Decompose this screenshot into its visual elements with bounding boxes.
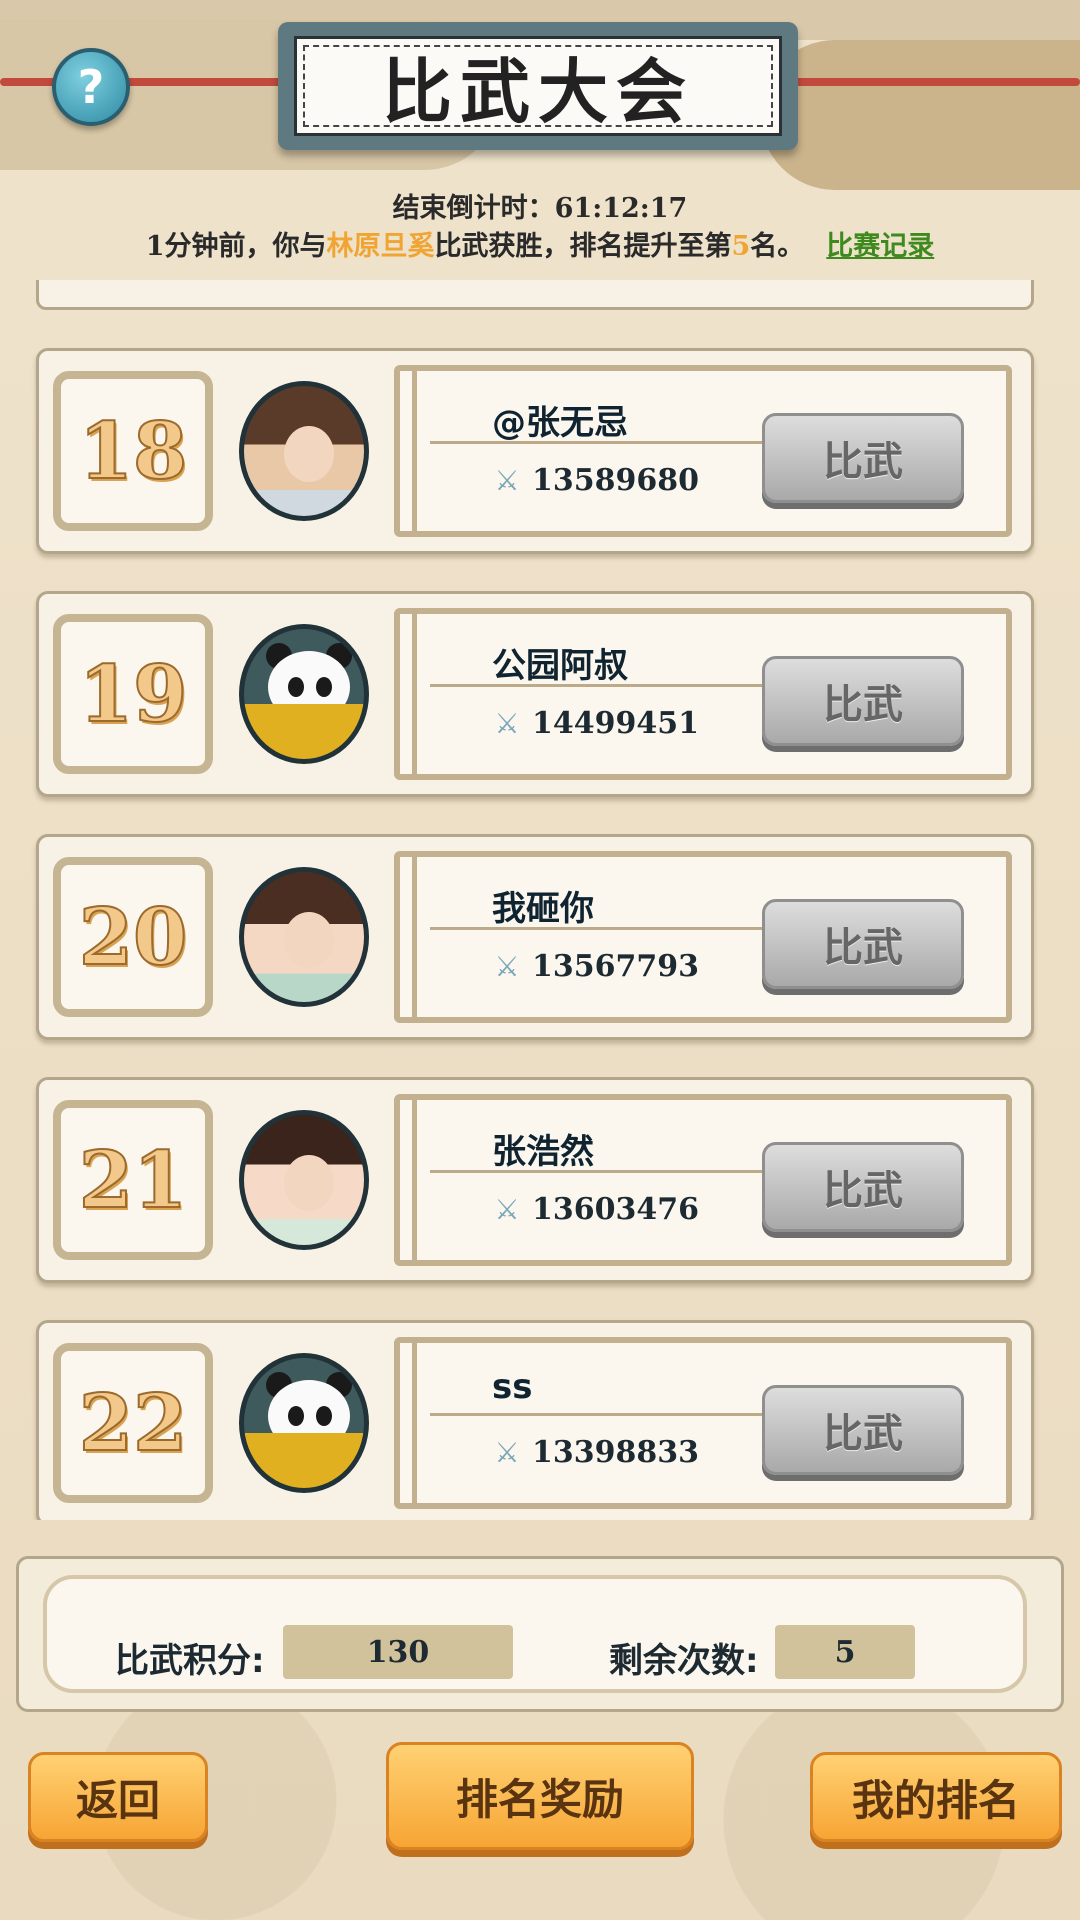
rank-number: 20: [78, 891, 189, 984]
countdown-label: 结束倒计时：: [392, 193, 555, 224]
header: ? 比武大会: [0, 0, 1080, 190]
player-avatar[interactable]: [239, 867, 369, 1007]
power-row: ⚔ 13398833: [490, 1435, 699, 1470]
remaining-value: 5: [775, 1625, 915, 1679]
fight-button[interactable]: 比武: [762, 1142, 964, 1232]
player-info: 公园阿叔 ⚔ 14499451 比武: [394, 608, 1012, 780]
rank-number: 21: [78, 1134, 189, 1227]
player-name: 公园阿叔: [492, 646, 628, 686]
rank-card: 22 ss ⚔ 13398833 比武: [36, 1320, 1034, 1520]
player-info: 张浩然 ⚔ 13603476 比武: [394, 1094, 1012, 1266]
fight-button[interactable]: 比武: [762, 899, 964, 989]
crossed-swords-icon: ⚔: [494, 1436, 520, 1469]
question-icon: ?: [77, 60, 105, 114]
back-button[interactable]: 返回: [28, 1752, 208, 1842]
fight-button[interactable]: 比武: [762, 656, 964, 746]
power-value: 13567793: [532, 949, 699, 984]
points-value: 130: [283, 1625, 513, 1679]
player-name: @张无忌: [492, 403, 628, 443]
rank-box: 21: [53, 1100, 213, 1260]
rank-number: 22: [78, 1377, 189, 1470]
player-info: @张无忌 ⚔ 13589680 比武: [394, 365, 1012, 537]
player-avatar[interactable]: [239, 624, 369, 764]
notice-text: 比武获胜，排名提升至第: [434, 231, 732, 262]
crossed-swords-icon: ⚔: [494, 464, 520, 497]
rank-number: 19: [78, 648, 189, 741]
rank-box: 18: [53, 371, 213, 531]
fight-button[interactable]: 比武: [762, 413, 964, 503]
player-name: ss: [492, 1367, 533, 1407]
help-button[interactable]: ?: [52, 48, 130, 126]
notice-text: 1分钟前，你与: [145, 231, 327, 262]
player-avatar[interactable]: [239, 1110, 369, 1250]
crossed-swords-icon: ⚔: [494, 1193, 520, 1226]
rank-card: 20 我砸你 ⚔ 13567793 比武: [36, 834, 1034, 1040]
my-rank-button[interactable]: 我的排名: [810, 1752, 1062, 1842]
match-record-link[interactable]: 比赛记录: [826, 231, 934, 262]
points-label: 比武积分:: [115, 1641, 265, 1681]
rank-box: 22: [53, 1343, 213, 1503]
power-row: ⚔ 14499451: [490, 706, 699, 741]
panda-eye: [288, 1406, 304, 1426]
rank-number: 18: [78, 405, 189, 498]
rank-box: 19: [53, 614, 213, 774]
player-name: 张浩然: [492, 1132, 594, 1172]
power-value: 13589680: [532, 463, 699, 498]
player-avatar[interactable]: [239, 381, 369, 521]
player-info: ss ⚔ 13398833 比武: [394, 1337, 1012, 1509]
player-name: 我砸你: [492, 889, 594, 929]
rank-card: 18 @张无忌 ⚔ 13589680 比武: [36, 348, 1034, 554]
opponent-name[interactable]: 林原旦奚: [327, 231, 435, 262]
rank-box: 20: [53, 857, 213, 1017]
panda-eye: [316, 1406, 332, 1426]
panda-scarf: [244, 704, 364, 759]
power-row: ⚔ 13567793: [490, 949, 699, 984]
player-avatar[interactable]: [239, 1353, 369, 1493]
title-plaque: 比武大会: [278, 22, 798, 150]
remaining-label: 剩余次数:: [609, 1641, 759, 1681]
fight-button[interactable]: 比武: [762, 1385, 964, 1475]
avatar-face: [284, 1155, 334, 1211]
countdown: 结束倒计时：61:12:17: [0, 186, 1080, 225]
battle-notice: 1分钟前，你与林原旦奚比武获胜，排名提升至第5名。 比赛记录: [0, 224, 1080, 263]
panda-scarf: [244, 1433, 364, 1488]
panda-eye: [288, 677, 304, 697]
notice-text: 名。: [750, 231, 805, 262]
panda-eye: [316, 677, 332, 697]
rank-card-partial: [36, 280, 1034, 310]
power-value: 13603476: [532, 1192, 699, 1227]
crossed-swords-icon: ⚔: [494, 707, 520, 740]
page-title: 比武大会: [382, 50, 694, 133]
stats-frame: 比武积分: 130 剩余次数: 5: [43, 1575, 1027, 1693]
title-frame: 比武大会: [294, 36, 782, 136]
stats-panel: 比武积分: 130 剩余次数: 5: [16, 1556, 1064, 1712]
new-rank: 5: [731, 231, 751, 262]
rank-card: 21 张浩然 ⚔ 13603476 比武: [36, 1077, 1034, 1283]
avatar-face: [284, 912, 334, 968]
rank-list[interactable]: 18 @张无忌 ⚔ 13589680 比武 19 公园阿叔 ⚔ 14499451 比…: [0, 280, 1080, 1520]
player-info: 我砸你 ⚔ 13567793 比武: [394, 851, 1012, 1023]
power-value: 14499451: [532, 706, 699, 741]
countdown-time: 61:12:17: [554, 193, 688, 224]
power-value: 13398833: [532, 1435, 699, 1470]
power-row: ⚔ 13589680: [490, 463, 699, 498]
power-row: ⚔ 13603476: [490, 1192, 699, 1227]
rank-reward-button[interactable]: 排名奖励: [386, 1742, 694, 1850]
header-cloud: [760, 40, 1080, 190]
avatar-face: [284, 426, 334, 482]
crossed-swords-icon: ⚔: [494, 950, 520, 983]
rank-card: 19 公园阿叔 ⚔ 14499451 比武: [36, 591, 1034, 797]
